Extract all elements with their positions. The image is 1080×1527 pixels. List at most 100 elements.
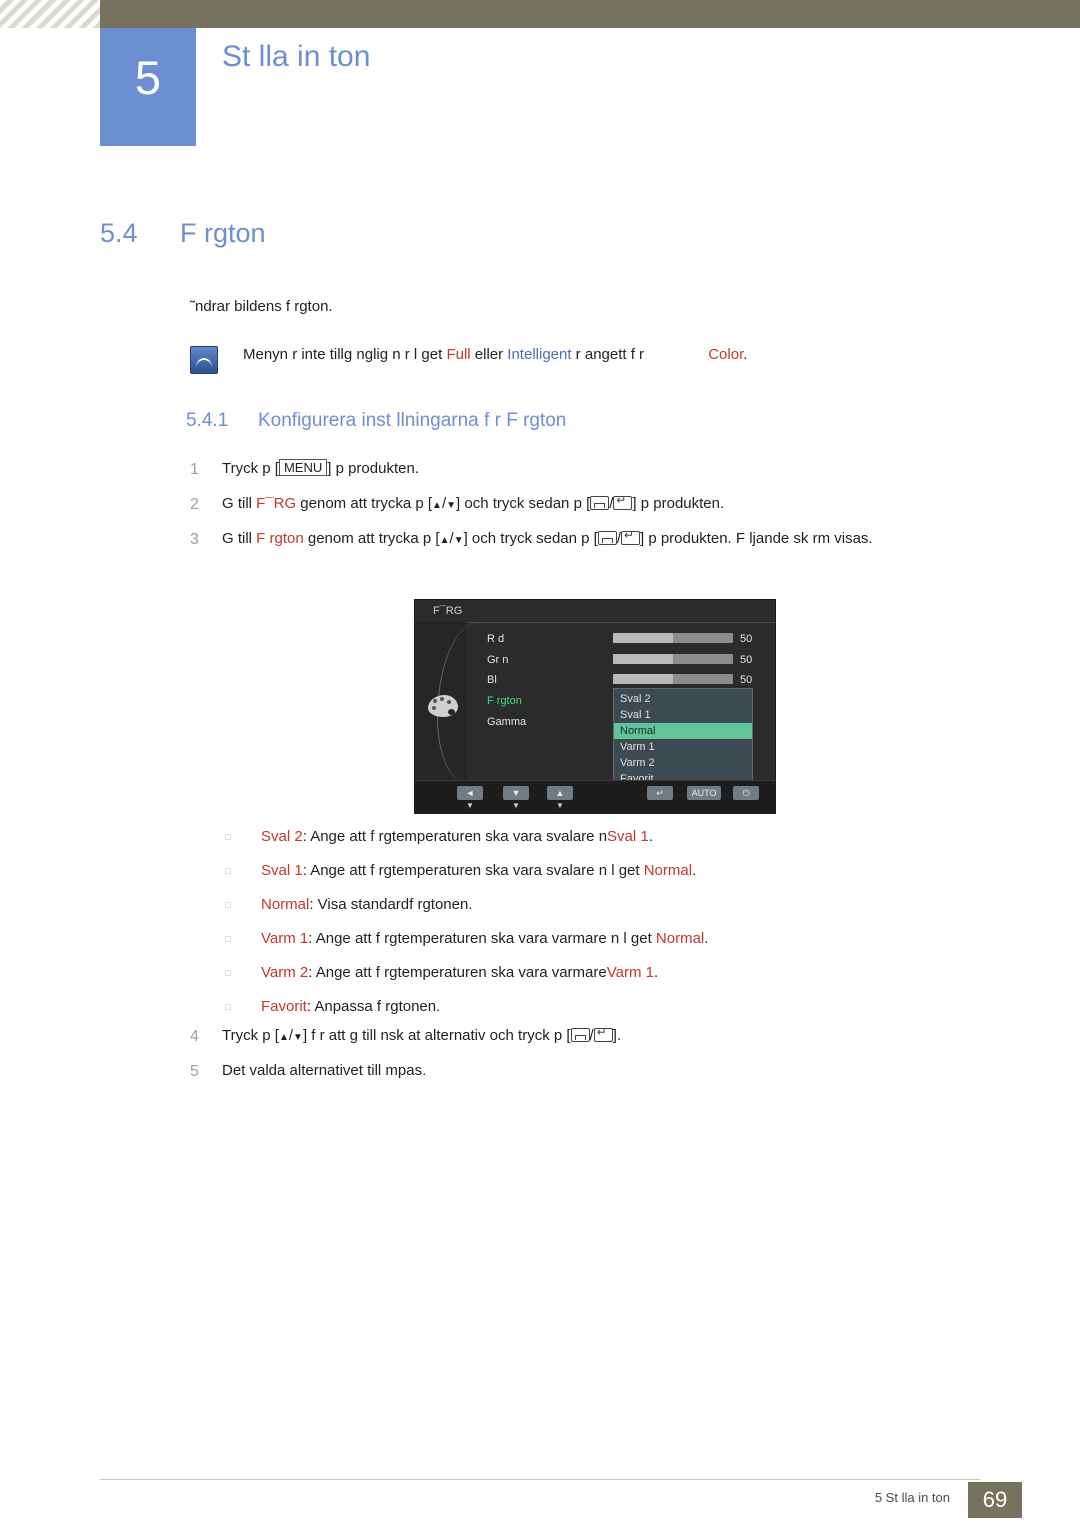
step-5-body: Det valda alternativet till mpas. [222, 1062, 427, 1079]
header-hatch-decoration [0, 0, 100, 28]
osd-menu-item-sval1[interactable]: Sval 1 [614, 707, 752, 723]
list-item: □ Varm 2: Ange att f rgtemperaturen ska … [225, 956, 1015, 990]
step-2: 2 G till F¯RG genom att trycka p [/] och… [190, 493, 1010, 516]
step-2-text-a: G till [222, 495, 257, 512]
step-4-text-c: ]. [612, 1027, 622, 1044]
step-2-term: F¯RG [256, 495, 297, 512]
step-2-text-c: ] och tryck sedan p [ [456, 495, 591, 512]
list-item: □ Normal: Visa standardf rgtonen. [225, 888, 1015, 922]
osd-divider [415, 622, 775, 623]
osd-value-blue: 50 [740, 674, 753, 686]
list-item: □ Sval 2: Ange att f rgtemperaturen ska … [225, 820, 1015, 854]
arrow-up-icon [440, 530, 450, 547]
osd-menu-item-varm1[interactable]: Varm 1 [614, 739, 752, 755]
subsection-number: 5.4.1 [186, 410, 229, 431]
step-1-body: Tryck p [MENU] p produkten. [222, 458, 1010, 481]
option-desc: : Ange att f rgtemperaturen ska vara sva… [302, 828, 608, 845]
header-bar [0, 0, 1080, 28]
note-text-part3: r angett f r [571, 346, 649, 363]
option-tail: . [648, 828, 653, 845]
osd-button-left-sub: ▼ [466, 801, 474, 810]
option-term: Favorit [261, 998, 307, 1015]
step-3-text-d: ] p produkten. F ljande sk rm visas. [640, 530, 873, 547]
menu-key-glyph: MENU [278, 459, 328, 476]
return-button-icon [593, 1025, 613, 1042]
osd-button-power[interactable]: ⏻ [733, 786, 759, 800]
osd-label-green: Gr n [487, 654, 509, 666]
step-4: 4 Tryck p [/] f r att g till nsk at alte… [190, 1025, 1010, 1048]
osd-label-gamma: Gamma [487, 716, 527, 728]
option-term: Varm 1 [261, 930, 309, 947]
step-4-text-a: Tryck p [ [222, 1027, 279, 1044]
bullet-marker: □ [225, 968, 231, 978]
osd-screenshot: F¯RG R d Gr n Bl F rgton Gamma 50 50 50 … [415, 600, 775, 813]
chapter-title: St lla in ton [222, 40, 371, 73]
enter-button-icon [597, 531, 617, 545]
step-3: 3 G till F rgton genom att trycka p [/] … [190, 528, 1010, 551]
option-term-ref: Varm 1 [606, 964, 654, 981]
list-item: □ Favorit: Anpassa f rgtonen. [225, 990, 1015, 1024]
step-2-body: G till F¯RG genom att trycka p [/] och t… [222, 493, 1010, 516]
osd-label-blue: Bl [487, 674, 497, 686]
return-button-icon [613, 493, 633, 510]
step-4-body: Tryck p [/] f r att g till nsk at altern… [222, 1025, 1010, 1048]
step-1: 1 Tryck p [MENU] p produkten. [190, 458, 1010, 481]
option-desc: : Ange att f rgtemperaturen ska vara var… [308, 964, 607, 981]
osd-menu-item-sval2[interactable]: Sval 2 [614, 691, 752, 707]
option-tail: . [653, 964, 659, 981]
subsection-title: Konfigurera inst llningarna f r F rgton [258, 410, 567, 431]
osd-button-up-sub: ▼ [556, 801, 564, 810]
option-tail: . [692, 862, 697, 879]
option-term: Varm 2 [261, 964, 309, 981]
option-list: □ Sval 2: Ange att f rgtemperaturen ska … [225, 820, 1015, 1024]
osd-slider-blue[interactable] [613, 674, 733, 684]
option-term: Sval 2 [261, 828, 303, 845]
option-term: Sval 1 [261, 862, 303, 879]
option-term-ref: Normal [655, 930, 705, 947]
osd-menu-item-varm2[interactable]: Varm 2 [614, 755, 752, 771]
option-desc: : Visa standardf rgtonen. [309, 896, 473, 913]
osd-button-auto[interactable]: AUTO [687, 786, 721, 800]
step-2-number: 2 [190, 496, 199, 513]
osd-button-down-sub: ▼ [512, 801, 520, 810]
list-item: □ Sval 1: Ange att f rgtemperaturen ska … [225, 854, 1015, 888]
step-3-body: G till F rgton genom att trycka p [/] oc… [222, 528, 1010, 551]
osd-value-red: 50 [740, 633, 753, 645]
bullet-marker: □ [225, 1002, 231, 1012]
footer-chapter-label: 5 St lla in ton [874, 1490, 950, 1505]
section-intro-text: ˜ndrar bildens f rgton. [190, 298, 333, 315]
note-text-part1: Menyn r inte tillg nglig n r l get [243, 346, 447, 363]
osd-button-down[interactable]: ▼ [503, 786, 529, 800]
step-2-text-d: ] p produkten. [632, 495, 725, 512]
osd-footer-bar: ◄ ▼ ▼ ▼ ▲ ▼ ↵ AUTO ⏻ [415, 780, 775, 813]
step-4-text-b: ] f r att g till nsk at alternativ och t… [302, 1027, 571, 1044]
osd-title: F¯RG [433, 605, 463, 617]
step-3-text-c: ] och tryck sedan p [ [463, 530, 598, 547]
list-item: □ Varm 1: Ange att f rgtemperaturen ska … [225, 922, 1015, 956]
section-number: 5.4 [100, 218, 138, 248]
option-tail: . [704, 930, 709, 947]
arrow-up-icon [279, 1027, 289, 1044]
option-desc: : Anpassa f rgtonen. [306, 998, 441, 1015]
osd-menu-item-normal[interactable]: Normal [614, 723, 752, 739]
bullet-marker: □ [225, 832, 231, 842]
osd-button-enter[interactable]: ↵ [647, 786, 673, 800]
section-title: F rgton [180, 218, 266, 248]
osd-label-red: R d [487, 633, 505, 645]
osd-button-up[interactable]: ▲ [547, 786, 573, 800]
arrow-down-icon [454, 530, 464, 547]
step-2-text-b: genom att trycka p [ [296, 495, 433, 512]
footer-divider [100, 1479, 980, 1480]
option-desc: : Ange att f rgtemperaturen ska vara sva… [302, 862, 644, 879]
step-1-number: 1 [190, 461, 199, 478]
osd-slider-red[interactable] [613, 633, 733, 643]
step-3-text-b: genom att trycka p [ [303, 530, 440, 547]
osd-slider-green[interactable] [613, 654, 733, 664]
osd-label-colortone: F rgton [487, 695, 522, 707]
note-text-period: . [743, 346, 748, 363]
osd-colortone-menu: Sval 2 Sval 1 Normal Varm 1 Varm 2 Favor… [613, 688, 753, 790]
bullet-marker: □ [225, 934, 231, 944]
enter-button-icon [570, 1028, 590, 1042]
step-3-number: 3 [190, 531, 199, 548]
osd-button-left[interactable]: ◄ [457, 786, 483, 800]
